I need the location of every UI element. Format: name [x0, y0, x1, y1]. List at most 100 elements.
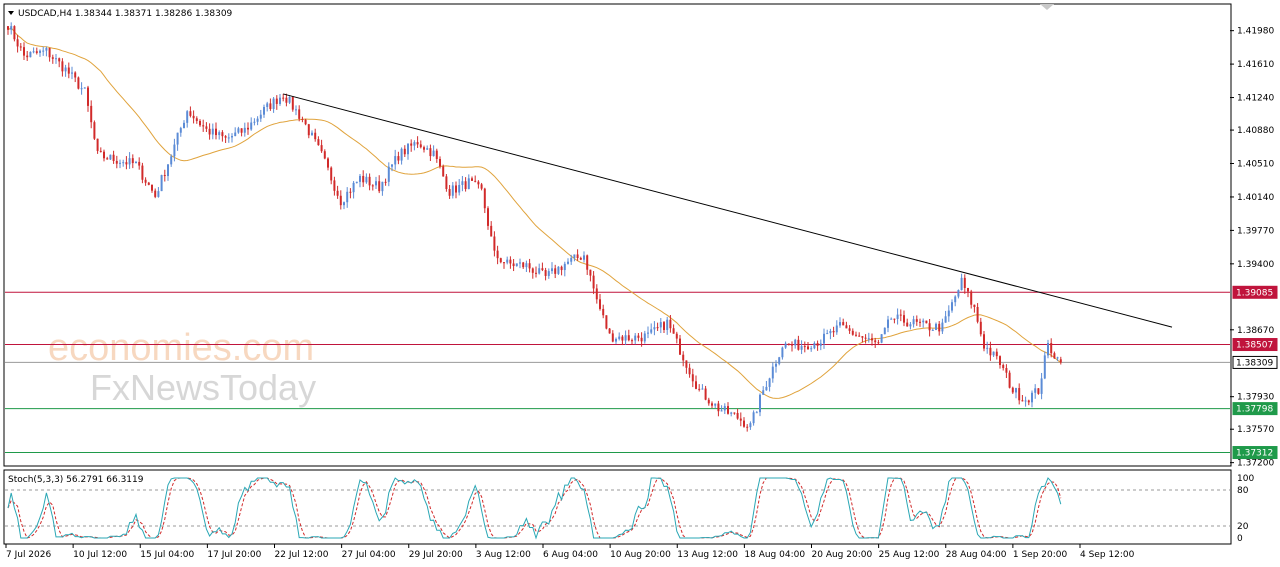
candle-body [80, 88, 83, 90]
candle-body [295, 109, 297, 111]
candle-body [442, 166, 445, 177]
x-tick-label: 10 Jul 12:00 [73, 550, 127, 560]
candle-body [263, 106, 265, 115]
candle-body [663, 322, 665, 330]
candle-body [544, 270, 547, 276]
candle-body [387, 166, 390, 182]
candle-body [823, 333, 825, 344]
candle-body [109, 154, 112, 160]
candle-body [768, 378, 771, 387]
candle-body [1053, 353, 1056, 359]
candle-body [589, 269, 592, 276]
y-tick-label: 1.38670 [1237, 326, 1274, 336]
candle-body [320, 145, 323, 152]
candle-body [592, 275, 595, 289]
candle-body [288, 96, 291, 103]
candle-body [455, 185, 457, 193]
candle-body [93, 122, 96, 139]
candle-body [957, 290, 960, 297]
candle-body [384, 181, 387, 183]
candle-body [848, 328, 851, 331]
candle-body [493, 236, 496, 251]
candle-body [627, 335, 630, 341]
candle-body [1027, 400, 1030, 403]
candle-body [551, 268, 553, 272]
candle-body [986, 347, 989, 349]
candle-body [730, 412, 733, 414]
candle-body [714, 403, 717, 406]
candle-body [538, 268, 541, 274]
candle-body [605, 315, 608, 329]
x-tick-label: 1 Sep 20:00 [1013, 550, 1068, 560]
candle-body [711, 403, 713, 406]
candle-body [701, 388, 704, 390]
candle-body [755, 412, 758, 414]
candle-body [893, 318, 896, 320]
x-tick-label: 28 Aug 04:00 [946, 550, 1007, 560]
candle-body [487, 208, 489, 226]
candle-body [669, 319, 672, 329]
candle-body [170, 156, 173, 165]
candle-body [698, 388, 701, 390]
candle-body [602, 308, 605, 316]
candle-body [509, 259, 512, 264]
candle-body [1002, 364, 1005, 369]
candle-body [371, 185, 374, 187]
candle-body [656, 327, 659, 329]
candle-body [352, 182, 355, 193]
candle-body [512, 263, 515, 267]
candle-body [931, 329, 934, 331]
candle-body [51, 57, 54, 59]
stoch-y-label: 100 [1237, 474, 1254, 484]
candle-body [483, 188, 486, 209]
candle-body [858, 335, 861, 337]
candle-body [1018, 388, 1021, 401]
candle-body [967, 287, 969, 292]
x-tick-label: 20 Aug 20:00 [812, 550, 873, 560]
candle-body [311, 132, 313, 136]
candle-body [915, 319, 918, 322]
candle-body [224, 136, 227, 138]
candle-body [151, 184, 153, 191]
candle-body [192, 115, 195, 119]
candle-body [903, 315, 905, 323]
candle-body [119, 162, 121, 164]
candle-body [819, 343, 822, 346]
candle-body [771, 366, 774, 379]
candle-body [832, 331, 835, 333]
candle-body [970, 291, 973, 305]
candle-body [999, 356, 1001, 365]
candle-body [259, 114, 262, 119]
candle-body [474, 180, 477, 182]
candle-body [138, 161, 141, 166]
candle-body [234, 132, 237, 137]
candle-body [211, 128, 214, 135]
candle-body [717, 403, 720, 412]
candle-body [1059, 359, 1062, 363]
candle-body [672, 328, 675, 334]
candle-body [765, 386, 768, 391]
level-label-1.37312: 1.37312 [1236, 449, 1273, 459]
candle-body [650, 329, 653, 333]
candle-body [330, 167, 333, 181]
candle-body [471, 178, 473, 181]
candle-body [554, 268, 557, 274]
candle-body [301, 118, 304, 120]
candle-body [567, 261, 569, 264]
candle-body [1056, 357, 1059, 359]
candle-body [807, 346, 809, 350]
candle-body [77, 77, 80, 89]
candle-body [221, 132, 224, 137]
candle-body [394, 156, 397, 165]
stoch-y-label: 0 [1237, 534, 1243, 544]
candle-body [595, 288, 598, 300]
candle-body [899, 314, 902, 316]
candle-body [128, 158, 131, 165]
candle-body [42, 50, 45, 52]
candle-body [1011, 387, 1014, 393]
candle-body [477, 181, 480, 185]
candle-body [451, 185, 454, 196]
x-tick-label: 17 Jul 20:00 [207, 550, 261, 560]
candle-body [29, 51, 32, 58]
candle-body [608, 328, 611, 334]
